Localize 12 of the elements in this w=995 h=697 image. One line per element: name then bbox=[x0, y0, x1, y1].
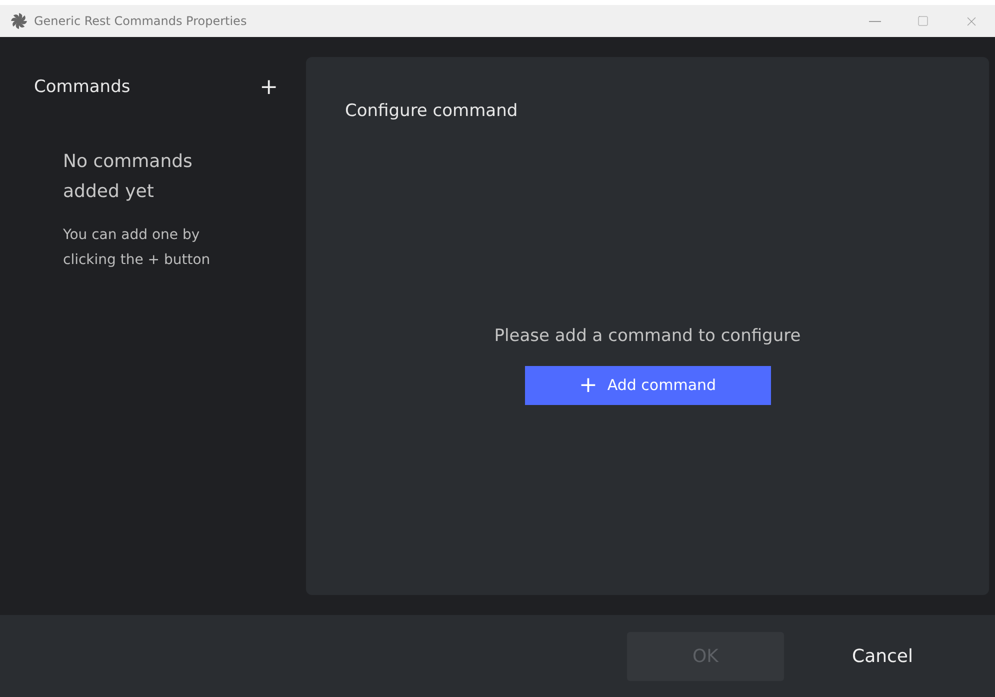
add-command-button[interactable]: + Add command bbox=[524, 366, 770, 405]
sidebar-title: Commands bbox=[34, 76, 130, 99]
window-title: Generic Rest Commands Properties bbox=[34, 13, 247, 30]
maximize-icon bbox=[917, 15, 929, 27]
empty-message: Please add a command to configure bbox=[494, 324, 801, 348]
empty-hint: You can add one by clicking the + button bbox=[63, 226, 212, 270]
gear-logo-icon bbox=[10, 12, 28, 30]
minimize-icon bbox=[869, 20, 881, 22]
panel-title: Configure command bbox=[345, 100, 519, 123]
empty-title: No commands added yet bbox=[63, 150, 194, 204]
add-command-button[interactable]: + bbox=[260, 76, 278, 99]
cancel-button[interactable]: Cancel bbox=[804, 632, 961, 680]
